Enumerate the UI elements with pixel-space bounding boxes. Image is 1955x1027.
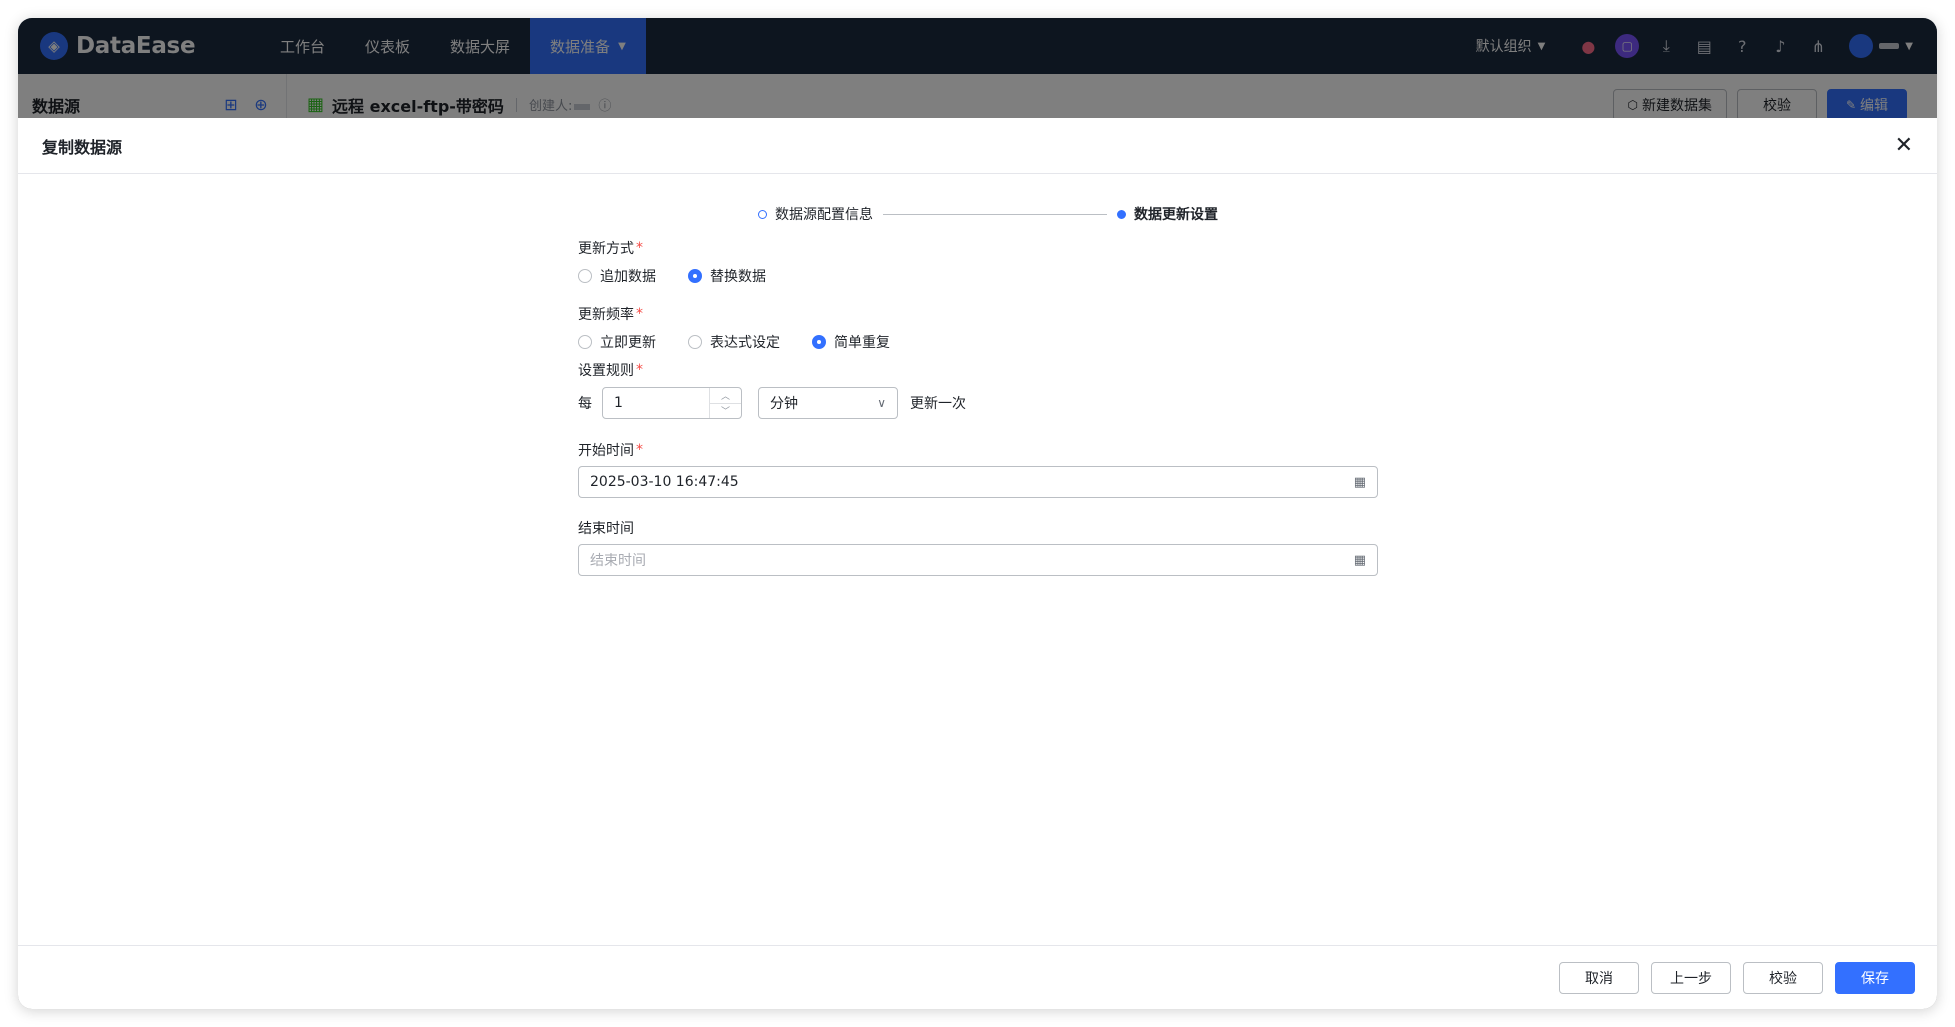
drawer-title: 复制数据源: [42, 137, 123, 157]
radio-circle-checked[interactable]: [688, 269, 702, 283]
step-connector: [883, 213, 1107, 215]
update-frequency-radios: 立即更新 表达式设定 简单重复: [578, 330, 1378, 354]
rule-suffix: 更新一次: [910, 396, 966, 412]
update-settings-form: 更新方式 * 追加数据 替换数据 更新频率 * 立即更新 表达式设定 简单重复 设置…: [578, 238, 1378, 576]
calendar-icon[interactable]: ▦: [1354, 475, 1366, 490]
required-mark: *: [636, 306, 643, 322]
stepper-arrows: ︿ ﹀: [709, 388, 741, 418]
interval-unit-select[interactable]: 分钟 ∨: [758, 387, 898, 419]
step-label-update: 数据更新设置: [1134, 207, 1218, 223]
end-time-input[interactable]: 结束时间 ▦: [578, 544, 1378, 576]
drawer-footer: 取消 上一步 校验 保存: [18, 945, 1937, 1009]
label-text: 更新频率: [578, 307, 634, 323]
app-window: ◈ DataEase 工作台 仪表板 数据大屏 数据准备▼ 默认组织▼ ● ▢ …: [18, 18, 1937, 1009]
required-mark: *: [636, 240, 643, 256]
interval-value[interactable]: 1: [603, 395, 709, 411]
required-mark: *: [636, 442, 643, 458]
end-time-label: 结束时间: [578, 518, 1378, 538]
button-label: 上一步: [1670, 970, 1712, 987]
start-time-value: 2025-03-10 16:47:45: [590, 474, 739, 490]
start-time-label: 开始时间 *: [578, 440, 1378, 460]
select-value: 分钟: [770, 396, 798, 412]
rule-row: 每 1 ︿ ﹀ 分钟 ∨ 更新一次: [578, 386, 1378, 420]
update-mode-radios: 追加数据 替换数据: [578, 264, 1378, 288]
update-mode-label: 更新方式 *: [578, 238, 1378, 258]
update-frequency-label: 更新频率 *: [578, 304, 1378, 324]
radio-simple-repeat[interactable]: 简单重复: [812, 332, 890, 352]
radio-label: 立即更新: [600, 335, 656, 351]
interval-stepper[interactable]: 1 ︿ ﹀: [602, 387, 742, 419]
label-text: 开始时间: [578, 443, 634, 459]
radio-replace-data[interactable]: 替换数据: [688, 266, 766, 286]
radio-append-data[interactable]: 追加数据: [578, 266, 656, 286]
radio-label: 简单重复: [834, 335, 890, 351]
step-dot-config: [758, 209, 767, 219]
label-text: 更新方式: [578, 241, 634, 257]
end-time-placeholder: 结束时间: [590, 553, 646, 569]
radio-circle[interactable]: [688, 335, 702, 349]
start-time-input[interactable]: 2025-03-10 16:47:45 ▦: [578, 466, 1378, 498]
chevron-down-icon[interactable]: ﹀: [710, 404, 741, 419]
radio-label: 表达式设定: [710, 335, 780, 351]
close-icon[interactable]: ✕: [1895, 133, 1913, 158]
chevron-down-icon: ∨: [877, 396, 886, 410]
button-label: 校验: [1769, 970, 1797, 987]
rule-prefix: 每: [578, 396, 592, 412]
drawer-header: 复制数据源 ✕: [18, 118, 1937, 174]
save-button[interactable]: 保存: [1835, 961, 1915, 994]
button-label: 保存: [1861, 970, 1889, 987]
required-mark: *: [636, 362, 643, 378]
radio-circle[interactable]: [578, 269, 592, 283]
button-label: 取消: [1585, 970, 1613, 987]
radio-circle[interactable]: [578, 335, 592, 349]
chevron-up-icon[interactable]: ︿: [710, 388, 741, 404]
cancel-button[interactable]: 取消: [1559, 961, 1639, 994]
radio-immediate-update[interactable]: 立即更新: [578, 332, 656, 352]
step-indicator: 数据源配置信息 数据更新设置: [758, 204, 1218, 224]
step-label-config: 数据源配置信息: [775, 207, 873, 223]
copy-datasource-drawer: 复制数据源 ✕ 数据源配置信息 数据更新设置 更新方式 * 追加数据 替换数据 更…: [18, 118, 1937, 1009]
calendar-icon[interactable]: ▦: [1354, 553, 1366, 568]
radio-label: 替换数据: [710, 269, 766, 285]
label-text: 设置规则: [578, 363, 634, 379]
radio-expression[interactable]: 表达式设定: [688, 332, 780, 352]
validate-button[interactable]: 校验: [1743, 961, 1823, 994]
radio-label: 追加数据: [600, 269, 656, 285]
radio-circle-checked[interactable]: [812, 335, 826, 349]
label-text: 结束时间: [578, 521, 634, 537]
previous-step-button[interactable]: 上一步: [1651, 961, 1731, 994]
step-dot-update: [1117, 209, 1126, 219]
rule-label: 设置规则 *: [578, 360, 1378, 380]
